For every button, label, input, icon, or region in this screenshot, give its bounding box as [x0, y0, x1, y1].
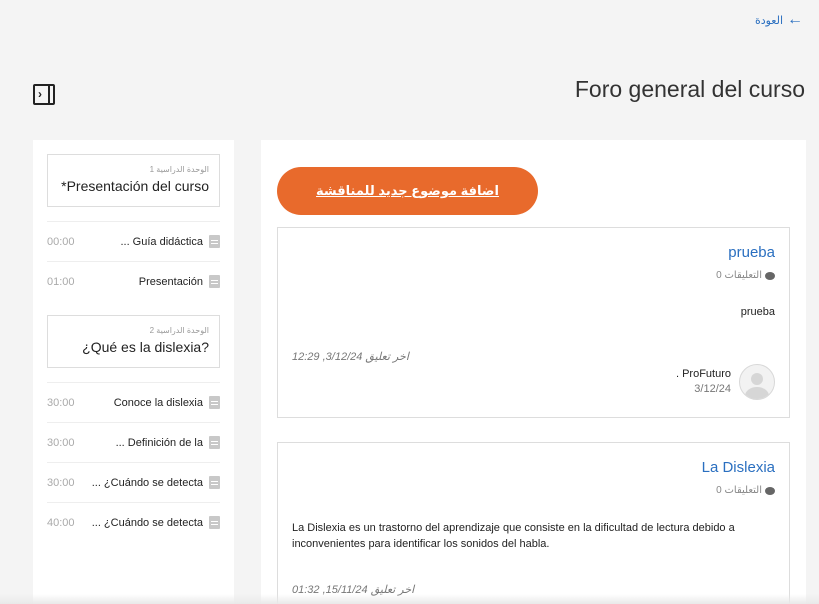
topic-body: prueba	[740, 306, 775, 318]
page-title: Foro general del curso	[574, 76, 805, 102]
author-info: . ProFuturo 3/12/24	[676, 368, 731, 395]
lesson-duration: 00:00	[47, 235, 75, 248]
last-comment-time: اخر تعليق 3/12/24, 12:29	[292, 351, 409, 363]
add-topic-button[interactable]: اضافة موضوع جديد للمناقشة	[277, 167, 538, 215]
comment-count: 0 التعليقات	[716, 270, 775, 281]
comment-icon	[765, 486, 775, 495]
arrow-left-icon: ←	[787, 11, 803, 28]
unit-number: الوحدة الدراسية 1	[149, 165, 209, 174]
lesson-item[interactable]: 01:00 Presentación	[47, 261, 220, 301]
lesson-item[interactable]: 30:00 ... Definición de la	[47, 422, 220, 462]
comment-icon	[765, 271, 775, 280]
document-icon	[209, 275, 220, 288]
comment-count-label: 0 التعليقات	[716, 485, 762, 496]
lesson-item[interactable]: 30:00 ... ¿Cuándo se detecta	[47, 462, 220, 502]
panel-divider	[48, 86, 50, 103]
lesson-name: Conoce la dislexia	[113, 396, 203, 409]
course-sidebar: الوحدة الدراسية 1 *Presentación del curs…	[33, 140, 234, 604]
author-name: . ProFuturo	[675, 368, 731, 380]
back-link[interactable]: العودة ←	[755, 12, 803, 28]
lesson-name: ... ¿Cuándo se detecta	[91, 516, 203, 529]
topic-body: La Dislexia es un trastorno del aprendiz…	[292, 522, 735, 550]
document-icon	[209, 436, 220, 449]
lesson-name: Presentación	[138, 275, 203, 288]
lesson-item[interactable]: 40:00 ... ¿Cuándo se detecta	[47, 502, 220, 542]
unit-card-1[interactable]: الوحدة الدراسية 1 *Presentación del curs…	[47, 154, 220, 207]
lesson-item[interactable]: 00:00 ... Guía didáctica	[47, 221, 220, 261]
unit-title: *Presentación del curso	[61, 178, 209, 194]
lesson-duration: 01:00	[47, 275, 75, 288]
topic-title-link[interactable]: prueba	[728, 244, 775, 261]
bottom-fade	[0, 594, 819, 604]
lesson-duration: 40:00	[47, 516, 75, 529]
unit-card-2[interactable]: الوحدة الدراسية 2 ¿Qué es la dislexia?	[47, 315, 220, 368]
lesson-name: ... ¿Cuándo se detecta	[91, 476, 203, 489]
comment-count: 0 التعليقات	[716, 485, 775, 496]
back-label: العودة	[754, 14, 783, 27]
lesson-name: ... Guía didáctica	[120, 235, 203, 248]
forum-panel: اضافة موضوع جديد للمناقشة prueba 0 التعل…	[261, 140, 806, 604]
topic-card[interactable]: prueba 0 التعليقات prueba اخر تعليق 3/12…	[277, 227, 790, 418]
lesson-duration: 30:00	[47, 396, 75, 409]
lesson-duration: 30:00	[47, 436, 75, 449]
document-icon	[209, 396, 220, 409]
document-icon	[209, 235, 220, 248]
document-icon	[209, 516, 220, 529]
post-date: 3/12/24	[694, 383, 731, 395]
comment-count-label: 0 التعليقات	[716, 270, 762, 281]
sidebar-toggle-icon[interactable]: ›	[33, 84, 55, 105]
document-icon	[209, 476, 220, 489]
lesson-duration: 30:00	[47, 476, 75, 489]
lesson-name: ... Definición de la	[115, 436, 203, 449]
topic-title-link[interactable]: La Dislexia	[702, 459, 775, 476]
unit-title: ¿Qué es la dislexia?	[82, 339, 209, 355]
lesson-item[interactable]: 30:00 Conoce la dislexia	[47, 382, 220, 422]
chevron-right-icon: ›	[38, 87, 42, 101]
unit-number: الوحدة الدراسية 2	[149, 326, 209, 335]
topic-card[interactable]: La Dislexia 0 التعليقات La Dislexia es u…	[277, 442, 790, 604]
avatar	[739, 364, 775, 400]
